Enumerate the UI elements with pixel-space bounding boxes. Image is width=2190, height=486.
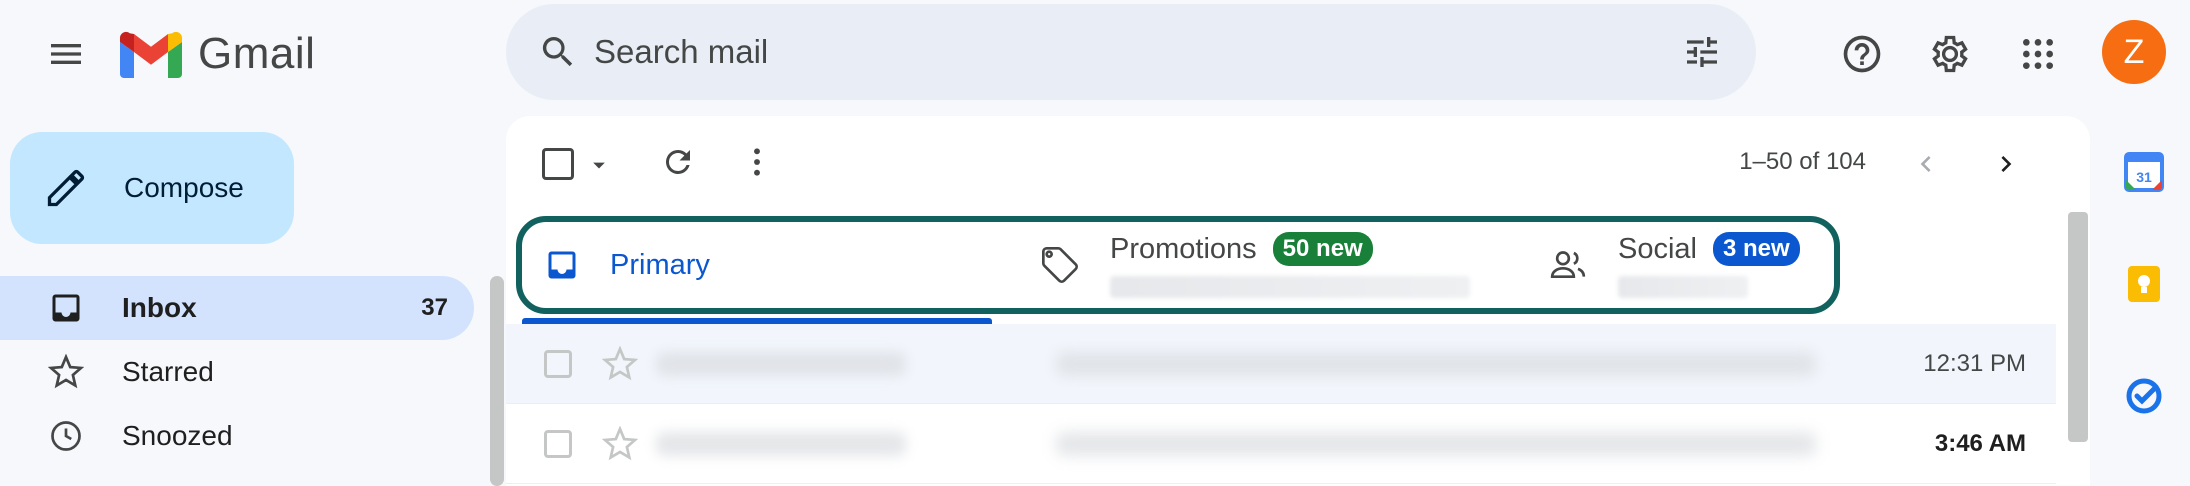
email-subject-redacted bbox=[1056, 351, 1816, 376]
star-icon[interactable] bbox=[602, 425, 638, 462]
caret-down-icon bbox=[593, 162, 605, 169]
sidebar-item-label: Starred bbox=[122, 356, 214, 387]
sidebar-item-inbox[interactable]: Inbox 37 bbox=[0, 276, 474, 340]
email-sender-redacted bbox=[656, 431, 906, 456]
search-bar[interactable] bbox=[506, 4, 1756, 100]
people-icon bbox=[1550, 251, 1586, 278]
inbox-icon bbox=[52, 294, 80, 322]
newer-page-button[interactable] bbox=[1986, 144, 2026, 184]
select-options-button[interactable] bbox=[584, 150, 614, 180]
calendar-app-button[interactable]: 31 bbox=[2124, 152, 2164, 192]
tune-icon bbox=[1687, 37, 1717, 67]
svg-text:31: 31 bbox=[2136, 169, 2152, 185]
pencil-icon bbox=[47, 169, 85, 207]
tab-label: Social bbox=[1618, 232, 1697, 265]
account-avatar[interactable]: Z bbox=[2102, 20, 2166, 84]
star-icon bbox=[48, 354, 84, 389]
sidebar-item-starred[interactable]: Starred bbox=[0, 340, 474, 404]
email-subject-redacted bbox=[1056, 431, 1816, 456]
row-checkbox[interactable] bbox=[544, 349, 572, 378]
compose-button[interactable]: Compose bbox=[10, 132, 294, 244]
email-time: 3:46 AM bbox=[1934, 429, 2026, 457]
mail-list-scrollbar[interactable] bbox=[2068, 212, 2088, 442]
support-button[interactable] bbox=[1832, 24, 1892, 84]
gmail-wordmark: Gmail bbox=[198, 29, 316, 78]
search-icon[interactable] bbox=[530, 24, 586, 80]
main-menu-button[interactable] bbox=[36, 24, 96, 84]
google-apps-button[interactable] bbox=[2008, 24, 2068, 84]
tab-primary[interactable]: Primary bbox=[520, 216, 990, 314]
chevron-right-icon bbox=[2001, 156, 2012, 172]
pagination-label: 1–50 of 104 bbox=[1739, 148, 1866, 175]
star-icon[interactable] bbox=[602, 345, 638, 382]
email-row[interactable]: 3:46 AM bbox=[506, 404, 2056, 484]
compose-label: Compose bbox=[124, 172, 244, 203]
sidebar-scrollbar[interactable] bbox=[490, 276, 504, 486]
calendar-icon: 31 bbox=[2124, 152, 2164, 192]
refresh-button[interactable] bbox=[658, 142, 698, 182]
unread-count: 37 bbox=[421, 294, 448, 321]
older-page-button[interactable] bbox=[1906, 144, 1946, 184]
gear-icon bbox=[1932, 35, 1968, 73]
inbox-icon bbox=[548, 251, 576, 279]
sidebar-item-label: Inbox bbox=[122, 292, 197, 323]
refresh-icon bbox=[665, 149, 690, 174]
search-input[interactable] bbox=[594, 22, 1594, 82]
help-icon bbox=[1843, 35, 1881, 73]
tab-preview-text bbox=[1110, 276, 1470, 298]
gmail-m-icon bbox=[120, 31, 182, 78]
tasks-icon bbox=[2126, 378, 2162, 414]
more-options-button[interactable] bbox=[742, 142, 772, 182]
email-row[interactable]: 12:31 PM bbox=[506, 324, 2056, 404]
tab-label: Primary bbox=[610, 248, 710, 281]
clock-icon bbox=[51, 421, 81, 451]
settings-button[interactable] bbox=[1920, 24, 1980, 84]
hamburger-icon bbox=[51, 44, 81, 64]
tasks-app-button[interactable] bbox=[2124, 376, 2164, 416]
tag-icon bbox=[1042, 247, 1078, 283]
keep-app-button[interactable] bbox=[2124, 264, 2164, 304]
new-count-badge: 3 new bbox=[1713, 232, 1800, 266]
tab-label: Promotions bbox=[1110, 232, 1257, 265]
more-vert-icon bbox=[754, 148, 760, 176]
apps-grid-icon bbox=[2023, 39, 2053, 69]
row-checkbox[interactable] bbox=[544, 429, 572, 458]
tab-social[interactable]: Social 3 new bbox=[1548, 216, 1848, 314]
gmail-logo[interactable]: Gmail bbox=[120, 22, 315, 86]
sidebar-item-snoozed[interactable]: Snoozed bbox=[0, 404, 474, 468]
sidebar-item-label: Snoozed bbox=[122, 420, 233, 451]
email-sender-redacted bbox=[656, 351, 906, 376]
tab-promotions[interactable]: Promotions 50 new bbox=[1040, 216, 1510, 314]
keep-icon bbox=[2128, 266, 2160, 302]
email-time: 12:31 PM bbox=[1923, 349, 2026, 377]
new-count-badge: 50 new bbox=[1272, 232, 1373, 266]
select-all-checkbox[interactable] bbox=[542, 148, 574, 180]
chevron-left-icon bbox=[1920, 156, 1931, 172]
search-options-button[interactable] bbox=[1674, 24, 1730, 80]
tab-preview-text bbox=[1618, 276, 1748, 298]
